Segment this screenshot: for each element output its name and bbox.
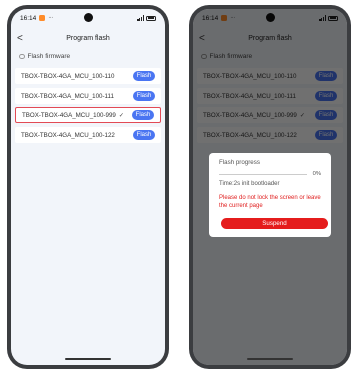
- firmware-name: TBOX-TBOX-4GA_MCU_100-110: [21, 72, 115, 80]
- page-title: Program flash: [66, 35, 110, 42]
- firmware-row[interactable]: TBOX-TBOX-4GA_MCU_100-122 Flash: [15, 127, 161, 143]
- firmware-name: TBOX-TBOX-4GA_MCU_100-999✓: [22, 111, 124, 119]
- progress-percent: 0%: [312, 171, 321, 177]
- home-indicator[interactable]: [247, 358, 293, 360]
- section-header: Flash firmware: [19, 53, 70, 60]
- suspend-button[interactable]: Suspend: [221, 218, 328, 229]
- back-arrow-icon[interactable]: <: [17, 32, 27, 46]
- screen-right: 16:14 ··· < Program flash Flash firmware…: [193, 9, 347, 365]
- progress-track: [219, 174, 307, 175]
- progress-bar: 0%: [219, 171, 321, 179]
- status-time: 16:14: [20, 14, 37, 22]
- signal-icon: [137, 15, 144, 21]
- flash-button[interactable]: Flash: [133, 71, 155, 81]
- phone-frame-left: 16:14 ··· < Program flash Flash firmware…: [7, 5, 169, 369]
- flash-progress-dialog: Flash progress 0% Time:2s init bootloade…: [209, 153, 331, 237]
- firmware-row-selected[interactable]: TBOX-TBOX-4GA_MCU_100-999 ✓ Flash: [15, 107, 161, 123]
- app-header: < Program flash: [11, 32, 165, 46]
- notification-icon: [39, 15, 46, 21]
- firmware-row[interactable]: TBOX-TBOX-4GA_MCU_100-110 Flash: [15, 68, 161, 84]
- dialog-title: Flash progress: [219, 159, 260, 166]
- progress-status: Time:2s init bootloader: [219, 181, 280, 187]
- check-icon: ✓: [118, 112, 124, 119]
- warning-message: Please do not lock the screen or leave t…: [219, 195, 321, 209]
- info-icon: [19, 53, 25, 60]
- status-dots: ···: [48, 15, 53, 21]
- flash-button[interactable]: Flash: [133, 130, 155, 140]
- firmware-name: TBOX-TBOX-4GA_MCU_100-111: [21, 92, 114, 100]
- firmware-row[interactable]: TBOX-TBOX-4GA_MCU_100-111 Flash: [15, 88, 161, 104]
- battery-icon: [146, 15, 156, 21]
- flash-button[interactable]: Flash: [132, 110, 154, 120]
- section-title: Flash firmware: [27, 53, 71, 60]
- screen-left: 16:14 ··· < Program flash Flash firmware…: [11, 9, 165, 365]
- phone-frame-right: 16:14 ··· < Program flash Flash firmware…: [189, 5, 351, 369]
- firmware-name: TBOX-TBOX-4GA_MCU_100-122: [21, 131, 115, 139]
- camera-icon: [83, 13, 93, 22]
- home-indicator[interactable]: [65, 358, 111, 360]
- flash-button[interactable]: Flash: [133, 91, 155, 101]
